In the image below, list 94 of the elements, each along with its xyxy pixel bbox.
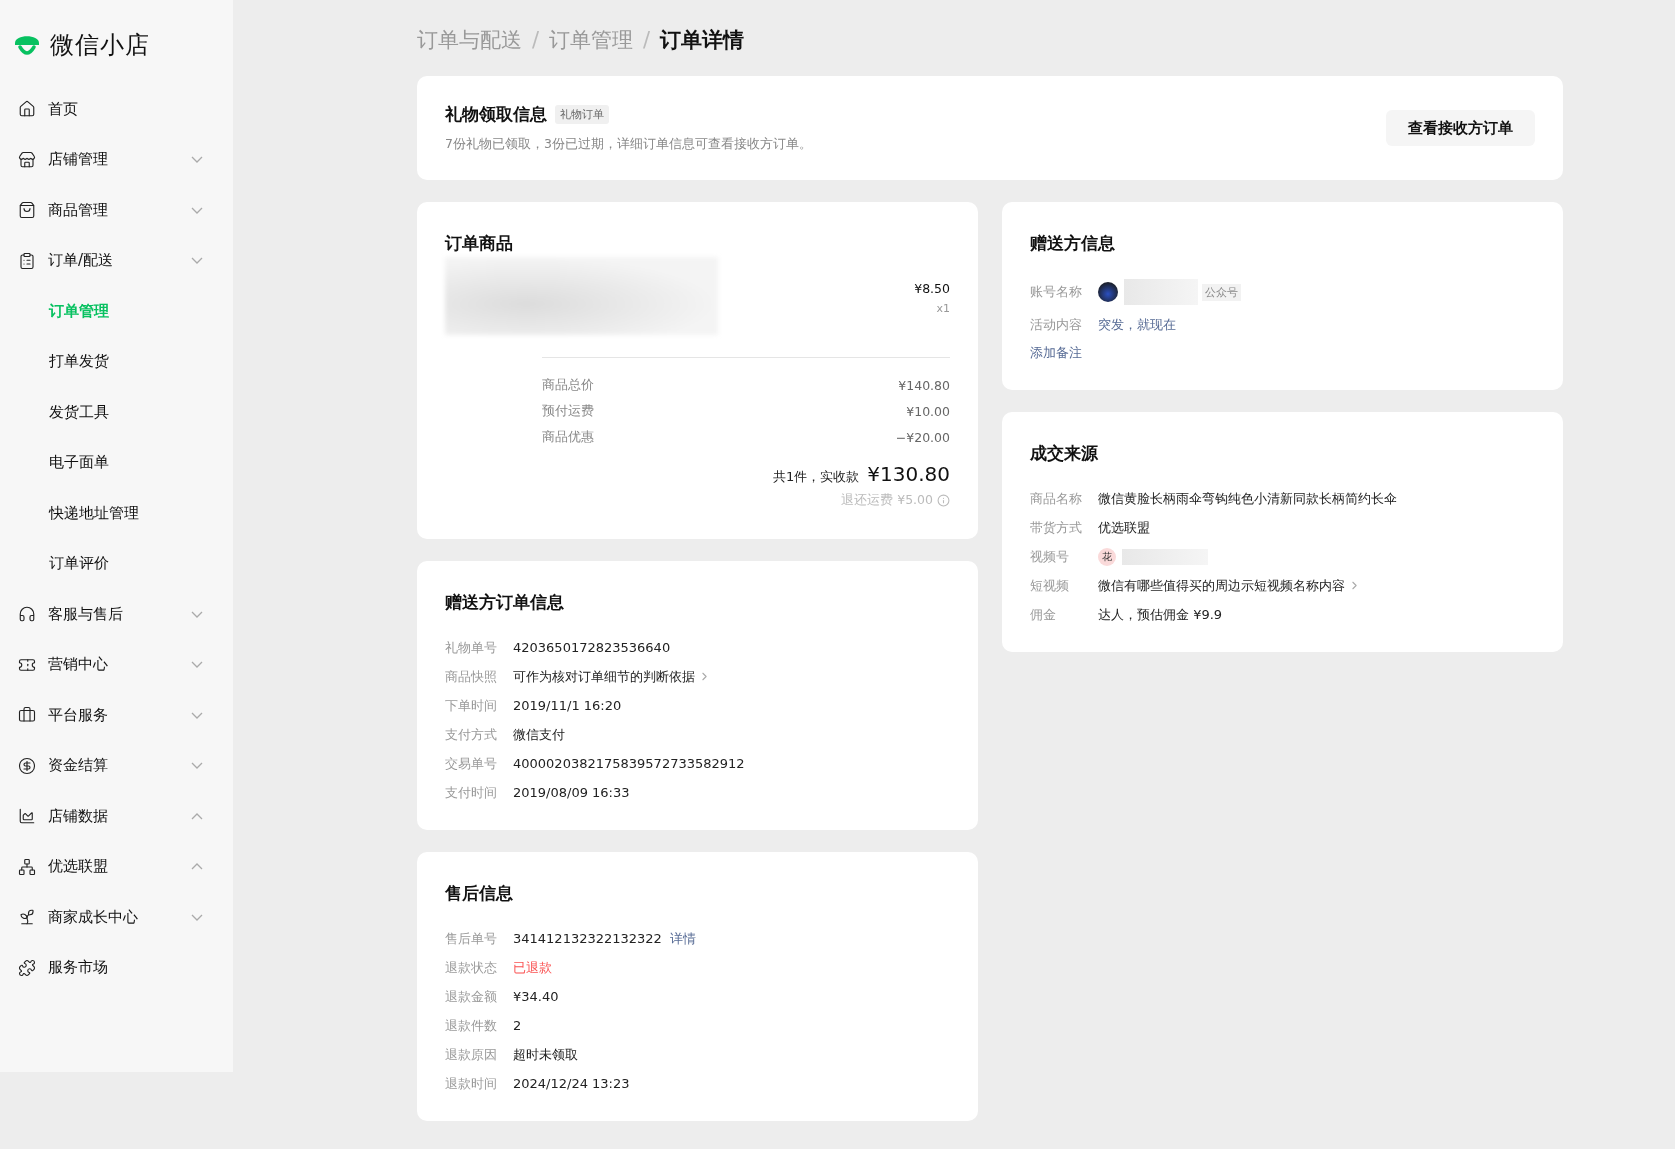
field-label: 退款状态 xyxy=(445,958,498,977)
card-title: 售后信息 xyxy=(445,882,514,905)
nav-subitem[interactable]: 电子面单 xyxy=(0,437,233,488)
logo-text: 微信小店 xyxy=(50,30,150,61)
field-label: 交易单号 xyxy=(445,754,498,773)
nav-subitem[interactable]: 打单发货 xyxy=(0,336,233,387)
field-label: 活动内容 xyxy=(1030,315,1083,334)
breadcrumb-separator: / xyxy=(643,28,651,52)
nav-subitem[interactable]: 发货工具 xyxy=(0,387,233,438)
nav-item[interactable]: 店铺管理 xyxy=(0,134,233,185)
field-label: 退款原因 xyxy=(445,1045,498,1064)
total-label: 共1件，实收款 xyxy=(773,468,860,486)
nav-icon xyxy=(18,251,36,270)
field-value[interactable]: 可作为核对订单细节的判断依据 xyxy=(513,667,695,686)
field-label: 退款件数 xyxy=(445,1016,498,1035)
avatar xyxy=(1098,282,1118,302)
gift-description: 7份礼物已领取，3份已过期，详细订单信息可查看接收方订单。 xyxy=(445,136,812,153)
nav-item[interactable]: 客服与售后 xyxy=(0,589,233,640)
quantity: x1 xyxy=(936,302,950,315)
field-value: 4203650172823536640 xyxy=(513,640,671,655)
activity-link[interactable]: 突发，就现在 xyxy=(1098,315,1176,334)
card-title: 礼物领取信息 xyxy=(445,103,547,126)
nav-item[interactable]: 营销中心 xyxy=(0,639,233,690)
field-label: 佣金 xyxy=(1030,605,1057,624)
field-label: 支付时间 xyxy=(445,783,498,802)
nav-icon xyxy=(18,100,36,119)
field-value: 微信黄脸长柄雨伞弯钩纯色小清新同款长柄简约长伞 xyxy=(1098,489,1397,508)
card-title: 赠送方订单信息 xyxy=(445,591,565,614)
nav-subitem[interactable]: 快递地址管理 xyxy=(0,488,233,539)
field-label: 商品名称 xyxy=(1030,489,1083,508)
field-label: 下单时间 xyxy=(445,696,498,715)
summary-value: −¥20.00 xyxy=(895,429,950,445)
field-label: 售后单号 xyxy=(445,929,498,948)
account-type-tag: 公众号 xyxy=(1202,283,1241,301)
field-value: 超时未领取 xyxy=(513,1045,578,1064)
nav-item[interactable]: 订单/配送 xyxy=(0,235,233,286)
nav-item[interactable]: 商品管理 xyxy=(0,185,233,236)
field-label: 商品快照 xyxy=(445,667,498,686)
summary-value: ¥140.80 xyxy=(898,377,950,393)
nav-item[interactable]: 资金结算 xyxy=(0,740,233,791)
nav-icon xyxy=(18,706,36,725)
nav-icon xyxy=(18,150,36,169)
card-title: 成交来源 xyxy=(1030,442,1099,465)
details-link[interactable]: 详情 xyxy=(669,929,696,948)
nav-item[interactable]: 店铺数据 xyxy=(0,791,233,842)
nav-item[interactable]: 优选联盟 xyxy=(0,841,233,892)
breadcrumb-item: 订单详情 xyxy=(660,27,745,54)
nav-icon xyxy=(18,958,36,977)
summary-value: ¥10.00 xyxy=(906,403,950,419)
field-value: 2019/08/09 16:33 xyxy=(513,785,630,800)
field-value: 4000020382175839572733582912 xyxy=(513,756,745,771)
nav-icon xyxy=(18,908,36,927)
card-title: 赠送方信息 xyxy=(1030,232,1116,255)
field-label: 退款时间 xyxy=(445,1074,498,1093)
field-value: 2 xyxy=(513,1018,522,1033)
field-label: 支付方式 xyxy=(445,725,498,744)
nav-item[interactable]: 商家成长中心 xyxy=(0,892,233,943)
field-value: 达人，预估佣金 ¥9.9 xyxy=(1098,605,1223,624)
total-amount: ¥130.80 xyxy=(867,462,950,486)
field-label: 带货方式 xyxy=(1030,518,1083,537)
summary-label: 商品优惠 xyxy=(542,428,594,446)
field-label: 礼物单号 xyxy=(445,638,498,657)
view-receiver-order-button[interactable]: 查看接收方订单 xyxy=(1386,110,1535,146)
field-label: 账号名称 xyxy=(1030,283,1083,301)
nav-icon xyxy=(18,201,36,220)
field-label: 短视频 xyxy=(1030,576,1070,595)
field-value: ¥34.40 xyxy=(513,989,559,1004)
info-icon[interactable] xyxy=(937,494,950,507)
nav-item[interactable]: 平台服务 xyxy=(0,690,233,741)
field-label: 视频号 xyxy=(1030,547,1070,566)
nav-icon xyxy=(18,807,36,826)
field-label: 退款金额 xyxy=(445,987,498,1006)
field-value: 微信支付 xyxy=(513,725,565,744)
nav-icon xyxy=(18,756,36,775)
summary-label: 商品总价 xyxy=(542,376,594,394)
card-title: 订单商品 xyxy=(445,232,514,255)
field-value: 优选联盟 xyxy=(1098,518,1150,537)
summary-label: 预付运费 xyxy=(542,402,594,420)
field-value: 341412132322132322 xyxy=(513,931,662,946)
nav-icon xyxy=(18,857,36,876)
refund-shipping-note: 退还运费 ¥5.00 xyxy=(841,492,933,509)
status-value: 已退款 xyxy=(513,958,552,977)
gift-order-tag: 礼物订单 xyxy=(555,105,609,124)
nav-subitem[interactable]: 订单评价 xyxy=(0,538,233,589)
field-value: 2019/11/1 16:20 xyxy=(513,698,622,713)
nav-item[interactable]: 服务市场 xyxy=(0,942,233,993)
nav-item[interactable]: 首页 xyxy=(0,84,233,135)
nav-icon xyxy=(18,605,36,624)
field-value[interactable]: 微信有哪些值得买的周边示短视频名称内容 xyxy=(1098,576,1345,595)
field-value: 2024/12/24 13:23 xyxy=(513,1076,630,1091)
add-note-link[interactable]: 添加备注 xyxy=(1030,345,1082,360)
breadcrumb-separator: / xyxy=(532,28,540,52)
unit-price: ¥8.50 xyxy=(914,281,950,296)
channel-avatar: 花 xyxy=(1098,547,1116,566)
